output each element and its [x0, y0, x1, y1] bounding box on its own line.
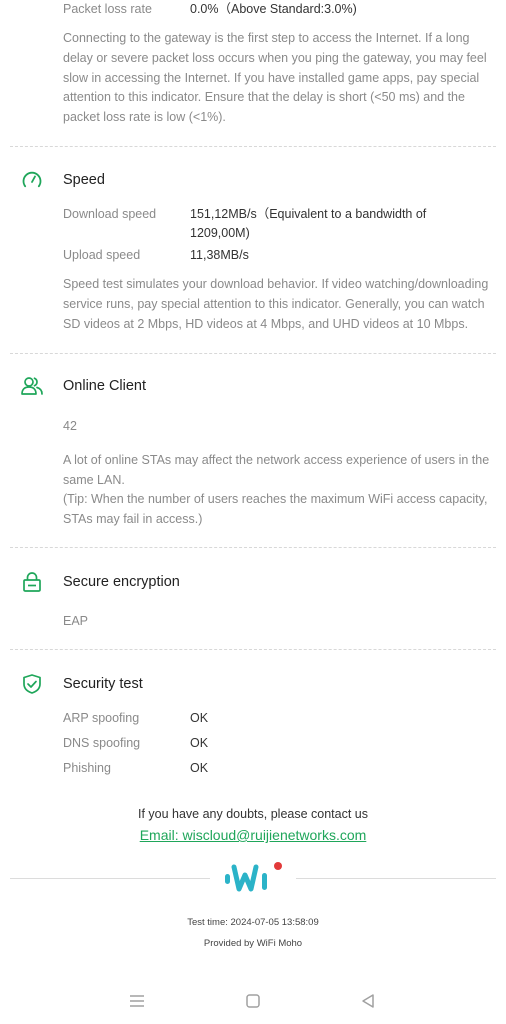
system-navigation-bar [0, 980, 506, 1024]
security-test-value: OK [190, 761, 209, 775]
section-divider [10, 353, 496, 354]
security-test-label: DNS spoofing [63, 736, 141, 750]
encryption-value: EAP [63, 614, 89, 628]
online-client-count: 42 [63, 419, 77, 433]
online-client-tip: (Tip: When the number of users reaches t… [63, 492, 488, 526]
section-divider [10, 146, 496, 147]
security-test-row: Phishing OK [63, 759, 490, 778]
upload-speed-row: Upload speed 11,38MB/s [63, 246, 490, 265]
logo-divider-right [296, 878, 496, 879]
download-speed-label: Download speed [63, 207, 157, 221]
provided-by: Provided by WiFi Moho [203, 938, 303, 949]
online-client-title: Online Client [63, 378, 147, 394]
secure-encryption-section-header: Secure encryption [20, 570, 180, 594]
security-test-label: Phishing [63, 761, 111, 775]
speedometer-icon [20, 168, 44, 192]
speed-title: Speed [63, 172, 105, 188]
menu-icon[interactable] [126, 990, 148, 1012]
secure-encryption-title: Secure encryption [63, 574, 180, 590]
network-report-page: Packet loss rate 0.0%（Above Standard:3.0… [0, 0, 506, 1024]
packet-loss-value: 0.0%（Above Standard:3.0%) [190, 2, 357, 16]
security-test-row: ARP spoofing OK [63, 709, 490, 728]
shield-check-icon [20, 672, 44, 696]
download-speed-row: Download speed 151,12MB/s（Equivalent to … [63, 205, 490, 243]
security-test-row: DNS spoofing OK [63, 734, 490, 753]
contact-text: If you have any doubts, please contact u… [137, 807, 368, 821]
gateway-description: Connecting to the gateway is the first s… [63, 31, 487, 125]
speed-description: Speed test simulates your download behav… [63, 277, 489, 331]
section-divider [10, 649, 496, 650]
packet-loss-row: Packet loss rate 0.0%（Above Standard:3.0… [63, 0, 490, 19]
contact-email-wrapper: Email: wiscloud@ruijienetworks.com [0, 827, 506, 843]
section-divider [10, 547, 496, 548]
online-client-description: A lot of online STAs may affect the netw… [63, 453, 490, 487]
speed-section-header: Speed [20, 168, 105, 192]
test-time: Test time: 2024-07-05 13:58:09 [187, 917, 319, 928]
back-icon[interactable] [357, 990, 379, 1012]
home-icon[interactable] [242, 990, 264, 1012]
security-test-value: OK [190, 711, 209, 725]
security-test-label: ARP spoofing [63, 711, 140, 725]
download-speed-value: 151,12MB/s（Equivalent to a bandwidth of … [190, 207, 427, 240]
online-client-section-header: Online Client [20, 374, 146, 398]
wifi-moho-logo [221, 857, 285, 897]
security-test-value: OK [190, 736, 209, 750]
security-test-title: Security test [63, 676, 143, 692]
upload-speed-value: 11,38MB/s [190, 248, 249, 262]
upload-speed-label: Upload speed [63, 248, 141, 262]
contact-email-link[interactable]: Email: wiscloud@ruijienetworks.com [140, 827, 367, 843]
lock-icon [20, 570, 44, 594]
users-icon [20, 374, 44, 398]
security-test-section-header: Security test [20, 672, 143, 696]
packet-loss-label: Packet loss rate [63, 2, 152, 16]
logo-divider-left [10, 878, 210, 879]
